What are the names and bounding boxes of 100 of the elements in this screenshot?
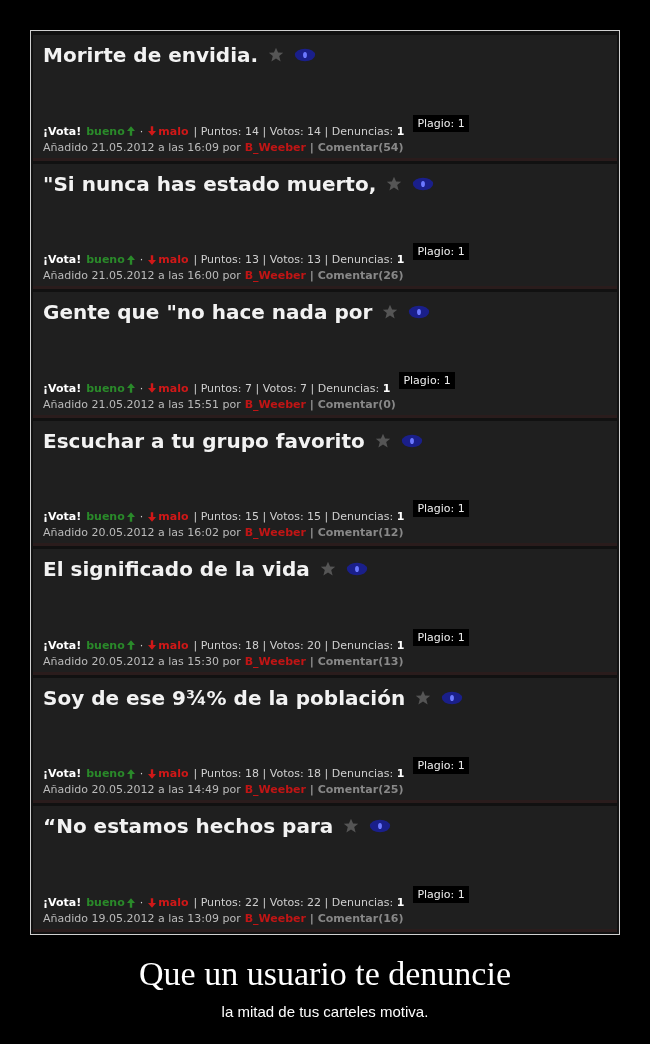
vote-good-link[interactable]: bueno (86, 124, 135, 138)
separator: | (309, 140, 314, 154)
down-arrow-icon (148, 897, 157, 908)
comments-link[interactable]: Comentar(25) (317, 783, 404, 797)
author-link[interactable]: B_Weeber (244, 269, 306, 283)
vote-good-link[interactable]: bueno (86, 896, 135, 910)
post-date: Añadido 21.05.2012 a las 15:51 por (43, 397, 241, 411)
author-link[interactable]: B_Weeber (244, 912, 306, 926)
separator-dot: · (139, 253, 144, 267)
separator: | (309, 783, 314, 797)
comments-link[interactable]: Comentar(12) (317, 526, 404, 540)
eye-icon[interactable] (345, 562, 368, 577)
star-icon[interactable] (415, 689, 432, 706)
comments-link[interactable]: Comentar(16) (317, 912, 404, 926)
poster-title: Que un usuario te denuncie (138, 955, 512, 993)
vote-bad-link[interactable]: malo (148, 381, 189, 395)
separator-dot: · (139, 896, 144, 910)
star-icon[interactable] (268, 47, 285, 63)
comments-link[interactable]: Comentar(26) (317, 269, 404, 283)
post-title[interactable]: El significado de la vida (43, 557, 310, 582)
star-icon[interactable] (374, 432, 391, 449)
separator-dot: · (139, 124, 144, 138)
post-title[interactable]: "Si nunca has estado muerto, (43, 171, 377, 196)
down-arrow-icon (148, 640, 157, 651)
vote-good-link[interactable]: bueno (86, 510, 135, 524)
separator-dot: · (139, 638, 144, 652)
down-arrow-icon (148, 511, 157, 522)
separator-dot: · (139, 510, 144, 524)
plagio-badge: Plagio: 1 (413, 243, 469, 261)
comments-link[interactable]: Comentar(0) (317, 397, 396, 411)
star-icon[interactable] (319, 561, 336, 578)
vote-good-link[interactable]: bueno (86, 638, 135, 652)
post-stats: | Puntos: 15 | Votos: 15 | Denuncias: 1 (193, 510, 405, 524)
separator-dot: · (139, 381, 144, 395)
plagio-badge: Plagio: 1 (413, 886, 469, 904)
vote-good-link[interactable]: bueno (86, 767, 135, 781)
eye-icon[interactable] (400, 433, 423, 448)
author-link[interactable]: B_Weeber (244, 654, 306, 668)
separator: | (309, 526, 314, 540)
plagio-badge: Plagio: 1 (413, 757, 469, 775)
post-title[interactable]: “No estamos hechos para (43, 814, 334, 839)
vote-label: ¡Vota! (43, 253, 82, 267)
post-date: Añadido 20.05.2012 a las 15:30 por (43, 654, 241, 668)
post-date: Añadido 21.05.2012 a las 16:09 por (43, 140, 241, 154)
separator-dot: · (139, 767, 144, 781)
up-arrow-icon (126, 640, 135, 651)
eye-icon[interactable] (412, 176, 435, 191)
down-arrow-icon (148, 254, 157, 265)
vote-bad-link[interactable]: malo (148, 638, 189, 652)
post-stats: | Puntos: 14 | Votos: 14 | Denuncias: 1 (193, 124, 405, 138)
vote-label: ¡Vota! (43, 638, 82, 652)
vote-bad-link[interactable]: malo (148, 124, 189, 138)
up-arrow-icon (126, 511, 135, 522)
comments-link[interactable]: Comentar(13) (317, 654, 404, 668)
up-arrow-icon (126, 254, 135, 265)
down-arrow-icon (148, 383, 157, 394)
plagio-badge: Plagio: 1 (413, 114, 469, 132)
author-link[interactable]: B_Weeber (244, 397, 306, 411)
separator: | (309, 912, 314, 926)
post-date: Añadido 20.05.2012 a las 16:02 por (43, 526, 241, 540)
eye-icon[interactable] (369, 819, 392, 834)
post-date: Añadido 20.05.2012 a las 14:49 por (43, 783, 241, 797)
up-arrow-icon (126, 126, 135, 137)
vote-label: ¡Vota! (43, 510, 82, 524)
post-stats: | Puntos: 13 | Votos: 13 | Denuncias: 1 (193, 253, 405, 267)
plagio-badge: Plagio: 1 (413, 628, 469, 646)
down-arrow-icon (148, 126, 157, 137)
post-title[interactable]: Soy de ese 9¾% de la población (43, 685, 406, 710)
up-arrow-icon (126, 383, 135, 394)
author-link[interactable]: B_Weeber (244, 783, 306, 797)
vote-label: ¡Vota! (43, 381, 82, 395)
eye-icon[interactable] (294, 48, 317, 62)
separator: | (309, 654, 314, 668)
post-stats: | Puntos: 18 | Votos: 20 | Denuncias: 1 (193, 638, 405, 652)
post-title[interactable]: Gente que "no hace nada por (43, 300, 373, 325)
author-link[interactable]: B_Weeber (244, 140, 306, 154)
vote-label: ¡Vota! (43, 896, 82, 910)
comments-link[interactable]: Comentar(54) (317, 140, 404, 154)
star-icon[interactable] (343, 818, 360, 835)
vote-good-link[interactable]: bueno (86, 253, 135, 267)
separator: | (309, 269, 314, 283)
vote-good-link[interactable]: bueno (86, 381, 135, 395)
vote-bad-link[interactable]: malo (148, 896, 189, 910)
vote-bad-link[interactable]: malo (148, 253, 189, 267)
up-arrow-icon (126, 897, 135, 908)
post-stats: | Puntos: 7 | Votos: 7 | Denuncias: 1 (193, 381, 391, 395)
star-icon[interactable] (382, 304, 399, 321)
up-arrow-icon (126, 768, 135, 779)
plagio-badge: Plagio: 1 (399, 371, 455, 389)
eye-icon[interactable] (441, 690, 464, 705)
eye-icon[interactable] (408, 305, 431, 320)
post-title[interactable]: Escuchar a tu grupo favorito (43, 428, 365, 453)
down-arrow-icon (148, 768, 157, 779)
post-title[interactable]: Morirte de envidia. (43, 43, 259, 67)
vote-bad-link[interactable]: malo (148, 767, 189, 781)
star-icon[interactable] (386, 175, 403, 192)
vote-bad-link[interactable]: malo (148, 510, 189, 524)
author-link[interactable]: B_Weeber (244, 526, 306, 540)
vote-label: ¡Vota! (43, 767, 82, 781)
post-date: Añadido 19.05.2012 a las 13:09 por (43, 912, 241, 926)
